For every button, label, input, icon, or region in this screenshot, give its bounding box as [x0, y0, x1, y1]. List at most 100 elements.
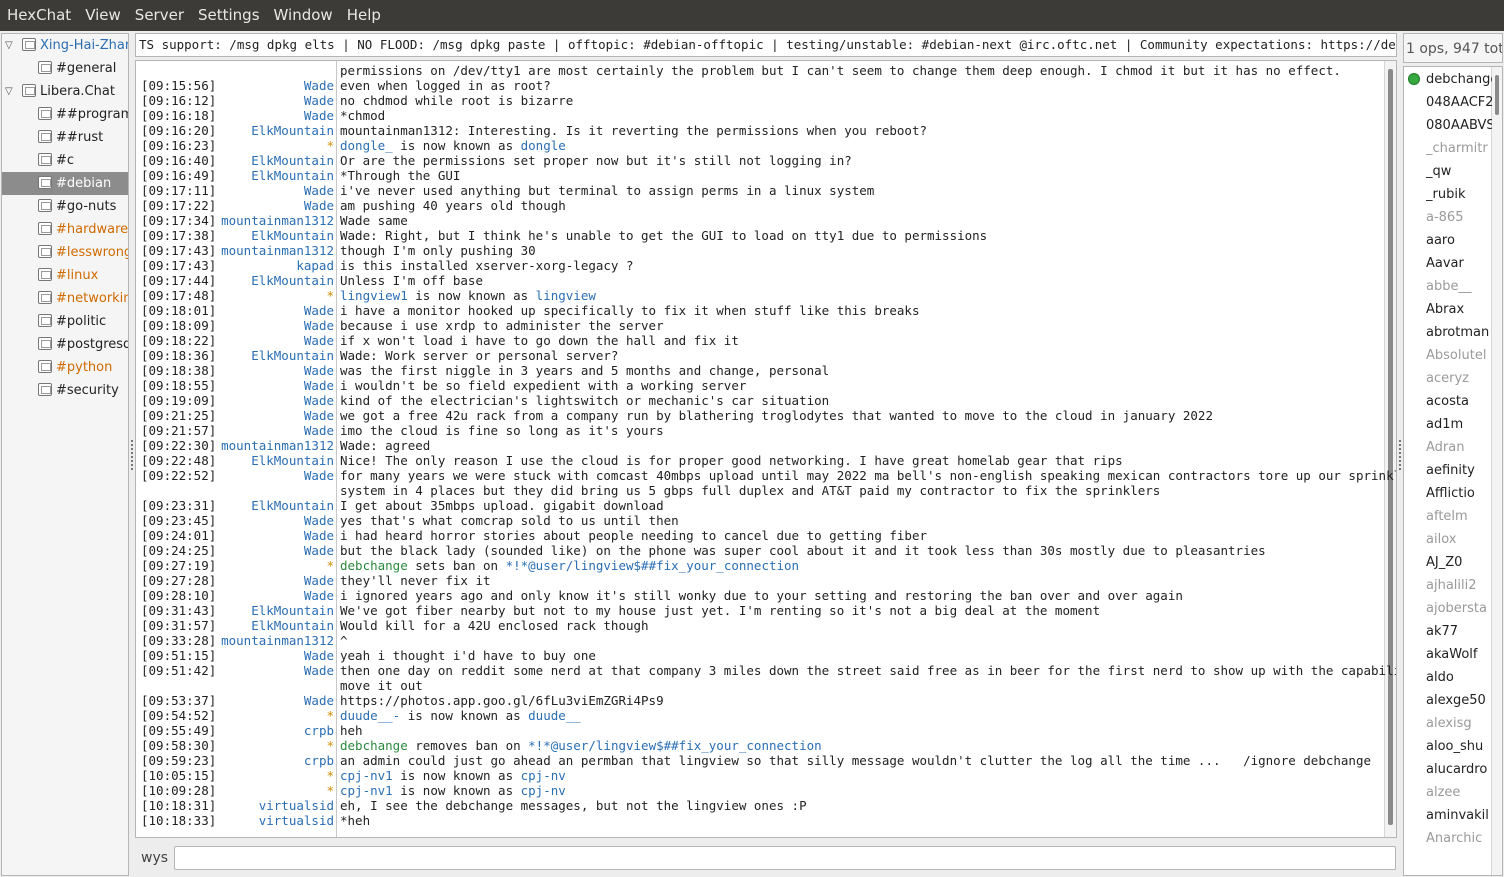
menu-server[interactable]: Server: [128, 0, 191, 31]
nick-label[interactable]: *: [326, 138, 334, 153]
user-item[interactable]: ad1m: [1426, 413, 1492, 436]
user-item[interactable]: a-865: [1426, 206, 1492, 229]
user-item[interactable]: aldo: [1426, 666, 1492, 689]
expand-arrow-icon[interactable]: ▽: [5, 80, 15, 103]
channel-item[interactable]: #politic: [2, 310, 128, 333]
nick-label[interactable]: mountainman1312: [221, 438, 334, 453]
nick-label[interactable]: Wade: [304, 378, 334, 393]
user-item[interactable]: alucardro: [1426, 758, 1492, 781]
menu-settings[interactable]: Settings: [191, 0, 267, 31]
channel-item[interactable]: #lesswrong: [2, 241, 128, 264]
user-item[interactable]: aceryz: [1426, 367, 1492, 390]
nick-label[interactable]: Wade: [304, 108, 334, 123]
chat-scrollbar[interactable]: [1384, 61, 1396, 837]
topic-bar[interactable]: TS support: /msg dpkg elts | NO FLOOD: /…: [135, 33, 1397, 57]
nick-label[interactable]: Wade: [304, 423, 334, 438]
channel-item[interactable]: #networkin: [2, 287, 128, 310]
nick-label[interactable]: Wade: [304, 573, 334, 588]
channel-item[interactable]: #linux: [2, 264, 128, 287]
chat-log[interactable]: permissions on /dev/tty1 are most certai…: [135, 60, 1397, 838]
nick-label[interactable]: ElkMountain: [251, 273, 334, 288]
user-item[interactable]: aefinity: [1426, 459, 1492, 482]
user-item[interactable]: 048AACF2A: [1426, 91, 1492, 114]
user-item[interactable]: Adran: [1426, 436, 1492, 459]
user-item[interactable]: Afflictio: [1426, 482, 1492, 505]
nick-label[interactable]: ElkMountain: [251, 348, 334, 363]
server-item[interactable]: ▽ Xing-Hai-Zhar: [2, 34, 128, 57]
user-item[interactable]: 080AABVSY: [1426, 114, 1492, 137]
nick-label[interactable]: Wade: [304, 393, 334, 408]
user-item[interactable]: Anarchic: [1426, 827, 1492, 850]
channel-item[interactable]: #go-nuts: [2, 195, 128, 218]
user-item[interactable]: debchange: [1426, 68, 1492, 91]
user-item[interactable]: alexisg: [1426, 712, 1492, 735]
nick-label[interactable]: mountainman1312: [221, 213, 334, 228]
user-item[interactable]: aftelm: [1426, 505, 1492, 528]
userlist-scrollbar[interactable]: [1491, 67, 1502, 875]
nick-label[interactable]: Wade: [304, 198, 334, 213]
nick-label[interactable]: *: [326, 558, 334, 573]
nick-label[interactable]: crpb: [304, 753, 334, 768]
channel-item[interactable]: #postgresq: [2, 333, 128, 356]
nick-label[interactable]: Wade: [304, 318, 334, 333]
nick-label[interactable]: Wade: [304, 693, 334, 708]
user-item[interactable]: ak77: [1426, 620, 1492, 643]
nick-label[interactable]: Wade: [304, 468, 334, 483]
nick-label[interactable]: Wade: [304, 333, 334, 348]
nick-label[interactable]: ElkMountain: [251, 453, 334, 468]
nick-label[interactable]: ElkMountain: [251, 153, 334, 168]
nick-label[interactable]: Wade: [304, 78, 334, 93]
user-item[interactable]: Aavar: [1426, 252, 1492, 275]
user-item[interactable]: alexge50: [1426, 689, 1492, 712]
server-item[interactable]: ▽ Libera.Chat: [2, 80, 128, 103]
expand-arrow-icon[interactable]: ▽: [5, 34, 15, 57]
nick-label[interactable]: *: [326, 738, 334, 753]
chat-scrollbar-thumb[interactable]: [1388, 69, 1393, 825]
nick-label[interactable]: ElkMountain: [251, 123, 334, 138]
user-item[interactable]: aloo_shu: [1426, 735, 1492, 758]
nick-label[interactable]: Wade: [304, 513, 334, 528]
user-item[interactable]: ajhalili2: [1426, 574, 1492, 597]
channel-item[interactable]: #python: [2, 356, 128, 379]
nick-label[interactable]: Wade: [304, 183, 334, 198]
user-item[interactable]: _rubik: [1426, 183, 1492, 206]
nick-label[interactable]: *: [326, 288, 334, 303]
nick-label[interactable]: Wade: [304, 663, 334, 678]
nick-label[interactable]: *: [326, 768, 334, 783]
tree-resize-handle[interactable]: [131, 440, 135, 470]
nick-label[interactable]: ElkMountain: [251, 498, 334, 513]
nick-label[interactable]: *: [326, 708, 334, 723]
user-item[interactable]: aaro: [1426, 229, 1492, 252]
nick-label[interactable]: Wade: [304, 648, 334, 663]
user-item[interactable]: aminvakil: [1426, 804, 1492, 827]
menu-window[interactable]: Window: [267, 0, 340, 31]
user-item[interactable]: Absolutel: [1426, 344, 1492, 367]
nick-label[interactable]: ElkMountain: [251, 168, 334, 183]
user-item[interactable]: abrotman: [1426, 321, 1492, 344]
channel-item[interactable]: #security: [2, 379, 128, 402]
nick-label[interactable]: *: [326, 783, 334, 798]
nick-label[interactable]: Wade: [304, 588, 334, 603]
menu-help[interactable]: Help: [340, 0, 388, 31]
message-input[interactable]: [174, 846, 1396, 870]
user-item[interactable]: _charmitr: [1426, 137, 1492, 160]
channel-item[interactable]: #debian: [2, 172, 128, 195]
nick-label[interactable]: Wade: [304, 528, 334, 543]
channel-item[interactable]: #general: [2, 57, 128, 80]
nick-label[interactable]: Wade: [304, 543, 334, 558]
user-item[interactable]: ailox: [1426, 528, 1492, 551]
channel-item[interactable]: ##programm: [2, 103, 128, 126]
menu-hexchat[interactable]: HexChat: [0, 0, 78, 31]
nick-label[interactable]: ElkMountain: [251, 228, 334, 243]
nick-label[interactable]: mountainman1312: [221, 633, 334, 648]
channel-item[interactable]: #hardware: [2, 218, 128, 241]
nick-label[interactable]: virtualsid: [259, 798, 334, 813]
user-item[interactable]: abbe__: [1426, 275, 1492, 298]
nick-label[interactable]: kapad: [296, 258, 334, 273]
user-item[interactable]: alzee: [1426, 781, 1492, 804]
nick-label[interactable]: crpb: [304, 723, 334, 738]
user-list[interactable]: debchange048AACF2A080AABVSY_charmitr_qw_…: [1403, 66, 1503, 876]
user-item[interactable]: Abrax: [1426, 298, 1492, 321]
channel-item[interactable]: ##rust: [2, 126, 128, 149]
user-item[interactable]: AJ_Z0: [1426, 551, 1492, 574]
